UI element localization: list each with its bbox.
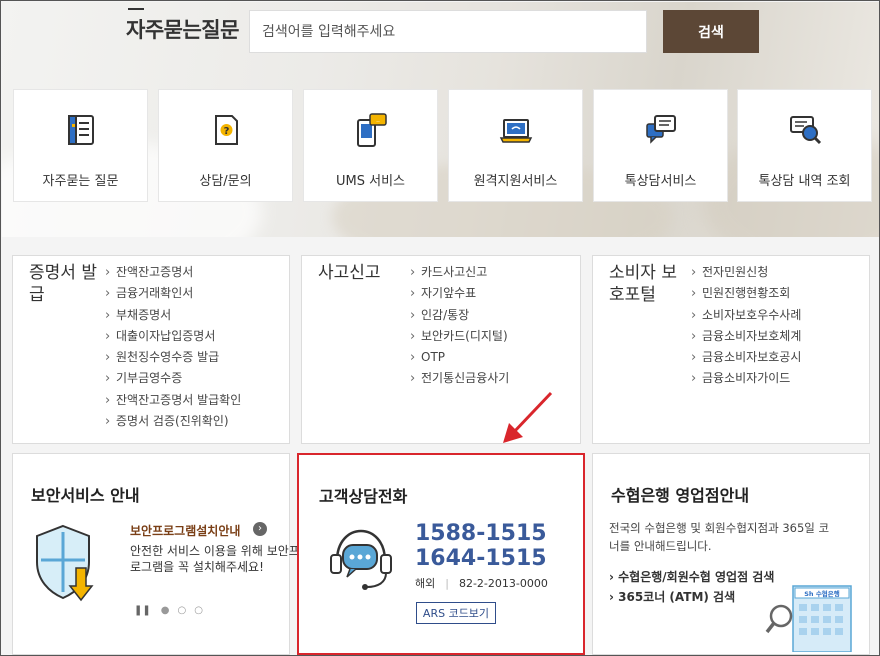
link-balance-cert-verify[interactable]: 잔액잔고증명서 발급확인 — [105, 390, 241, 411]
link-card-accident[interactable]: 카드사고신고 — [410, 262, 509, 283]
mobile-chat-icon: .. — [356, 113, 387, 147]
faq-book-icon — [67, 115, 94, 145]
card-callcenter: 고객상담전화 1588-1515 1644-1515 해외 | 82-2-2013-… — [297, 453, 585, 655]
link-e-complaint[interactable]: 전자민원신청 — [691, 262, 801, 283]
link-debt-cert[interactable]: 부채증명서 — [105, 305, 241, 326]
tile-ums[interactable]: .. UMS 서비스 — [303, 89, 438, 202]
card-branch: 수협은행 영업점안내 전국의 수협은행 및 회원수협지점과 365일 코너를 안… — [592, 453, 870, 655]
link-security-card[interactable]: 보안카드(디지털) — [410, 326, 509, 347]
link-balance-cert[interactable]: 잔액잔고증명서 — [105, 262, 241, 283]
tile-remote[interactable]: 원격지원서비스 — [448, 89, 583, 202]
panel-title: 사고신고 — [318, 263, 381, 283]
branch-desc: 전국의 수협은행 및 회원수협지점과 365일 코너를 안내해드립니다. — [609, 521, 830, 553]
link-withholding-receipt[interactable]: 원천징수영수증 발급 — [105, 347, 241, 368]
ars-code-button[interactable]: ARS 코드보기 — [416, 602, 496, 624]
overseas-label: 해외 — [415, 577, 436, 590]
tile-talk-history[interactable]: 톡상담 내역 조회 — [737, 89, 872, 202]
chevron-right-icon[interactable]: › — [253, 522, 267, 536]
link-cert-verification[interactable]: 증명서 검증(진위확인) — [105, 411, 241, 432]
shield-icon — [36, 524, 94, 602]
panel-consumer: 소비자 보호포털 전자민원신청 민원진행현황조회 소비자보호우수사례 금융소비자… — [592, 255, 870, 444]
headset-icon — [330, 529, 392, 590]
panel-title: 증명서 발급 — [29, 263, 97, 305]
security-desc: 안전한 서비스 이용을 위해 보안프로그램을 꼭 설치해주세요! — [130, 544, 300, 574]
carousel-controls: ❚❚ ●○○ — [134, 605, 211, 616]
card-title: 고객상담전화 — [319, 487, 408, 506]
service-tiles: 자주묻는 질문 ? 상담/문의 .. UMS 서비스 원격지원서비스 톡상담서비… — [13, 89, 872, 202]
search-button[interactable]: 검색 — [663, 10, 759, 53]
link-transaction-cert[interactable]: 금융거래확인서 — [105, 283, 241, 304]
security-program-link[interactable]: 보안프로그램설치안내 — [130, 522, 240, 539]
laptop-wifi-icon — [499, 119, 532, 143]
card-security: 보안서비스 안내 보안프로그램설치안내 › 안전한 서비스 이용을 위해 보안프… — [12, 453, 300, 655]
tile-label: UMS 서비스 — [336, 174, 405, 189]
title-mark — [128, 8, 144, 10]
overseas-number: 해외 | 82-2-2013-0000 — [415, 577, 548, 590]
svg-text:?: ? — [223, 126, 229, 137]
accident-links: 카드사고신고 자기앞수표 인감/통장 보안카드(디지털) OTP 전기통신금융사… — [410, 262, 509, 390]
dot-active[interactable]: ● — [161, 605, 178, 616]
bank-sign-text: Sh 수협은행 — [804, 589, 840, 598]
dot[interactable]: ○ — [194, 605, 211, 616]
link-complaint-status[interactable]: 민원진행현황조회 — [691, 283, 801, 304]
bank-building-icon: Sh 수협은행 — [765, 585, 852, 652]
branch-search-link[interactable]: 수협은행/회원수협 영업점 검색 — [609, 568, 774, 585]
search-input[interactable] — [249, 10, 647, 53]
link-cashier-check[interactable]: 자기앞수표 — [410, 283, 509, 304]
link-donation-receipt[interactable]: 기부금영수증 — [105, 368, 241, 389]
link-seal-passbook[interactable]: 인감/통장 — [410, 305, 509, 326]
card-title: 수협은행 영업점안내 — [611, 486, 750, 505]
dot[interactable]: ○ — [178, 605, 195, 616]
search-chat-icon — [789, 116, 821, 145]
hero-banner: 자주묻는질문 검색 자주묻는 질문 — [2, 2, 879, 237]
svg-text:..: .. — [376, 117, 380, 124]
pause-icon[interactable]: ❚❚ — [134, 605, 151, 616]
phone-number-1: 1588-1515 — [415, 521, 547, 546]
card-title: 보안서비스 안내 — [31, 486, 140, 505]
tile-talk[interactable]: 톡상담서비스 — [593, 89, 728, 202]
tile-label: 원격지원서비스 — [473, 174, 558, 189]
tile-consult[interactable]: ? 상담/문의 — [158, 89, 293, 202]
link-protection-disclosure[interactable]: 금융소비자보호공시 — [691, 347, 801, 368]
tile-faq[interactable]: 자주묻는 질문 — [13, 89, 148, 202]
annotation-arrow — [503, 391, 553, 443]
chat-bubble-icon — [645, 115, 676, 144]
link-otp[interactable]: OTP — [410, 347, 509, 368]
atm-search-link[interactable]: 365코너 (ATM) 검색 — [609, 588, 735, 605]
tile-label: 톡상담서비스 — [624, 174, 697, 189]
tile-label: 톡상담 내역 조회 — [758, 174, 851, 189]
link-consumer-guide[interactable]: 금융소비자가이드 — [691, 368, 801, 389]
question-doc-icon: ? — [214, 115, 238, 145]
page-frame: 자주묻는질문 검색 자주묻는 질문 — [0, 0, 880, 656]
link-loan-interest-cert[interactable]: 대출이자납입증명서 — [105, 326, 241, 347]
phone-number-2: 1644-1515 — [415, 546, 547, 571]
link-protection-system[interactable]: 금융소비자보호체계 — [691, 326, 801, 347]
link-telecom-fraud[interactable]: 전기통신금융사기 — [410, 368, 509, 389]
tile-label: 상담/문의 — [199, 174, 252, 189]
panel-title: 소비자 보호포털 — [609, 263, 677, 305]
tile-label: 자주묻는 질문 — [42, 174, 119, 189]
consumer-links: 전자민원신청 민원진행현황조회 소비자보호우수사례 금융소비자보호체계 금융소비… — [691, 262, 801, 390]
panel-certificates: 증명서 발급 잔액잔고증명서 금융거래확인서 부채증명서 대출이자납입증명서 원… — [12, 255, 290, 444]
certificate-links: 잔액잔고증명서 금융거래확인서 부채증명서 대출이자납입증명서 원천징수영수증 … — [105, 262, 241, 432]
page-title: 자주묻는질문 — [126, 18, 239, 42]
link-best-practice[interactable]: 소비자보호우수사례 — [691, 305, 801, 326]
overseas-value: 82-2-2013-0000 — [458, 577, 548, 590]
